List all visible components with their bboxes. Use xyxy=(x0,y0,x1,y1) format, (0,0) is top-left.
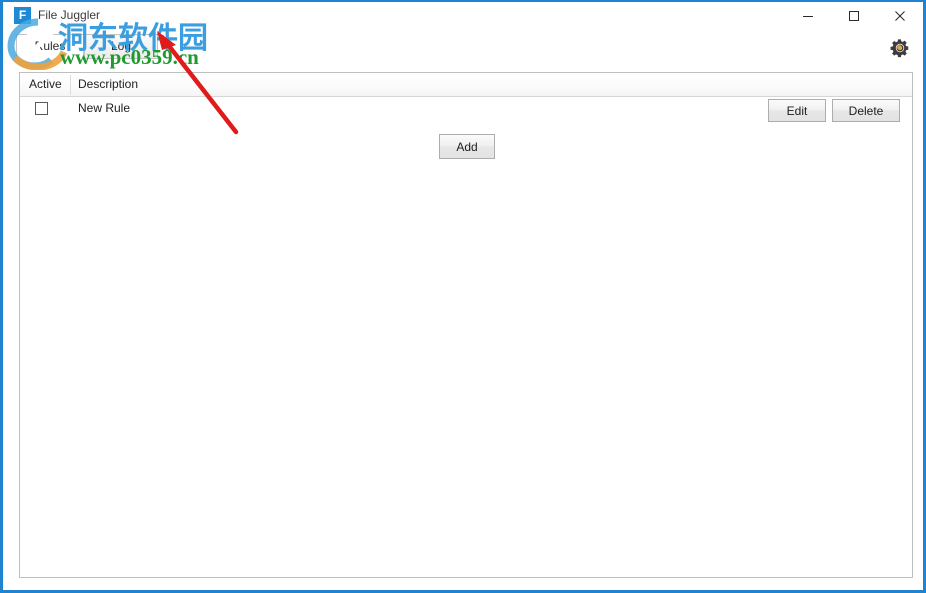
table-row[interactable]: New Rule Edit Delete xyxy=(20,97,912,124)
rule-description-label: New Rule xyxy=(78,101,131,115)
rules-table-header: Active Description xyxy=(20,73,912,97)
title-bar: F File Juggler xyxy=(3,2,923,30)
application-window: F File Juggler Rules Log Active Descript… xyxy=(0,0,926,593)
tab-rules-label: Rules xyxy=(34,39,66,53)
tab-log[interactable]: Log xyxy=(84,34,158,59)
settings-button[interactable] xyxy=(887,36,913,62)
column-header-description[interactable]: Description xyxy=(78,77,138,91)
tab-log-label: Log xyxy=(110,39,132,53)
column-separator xyxy=(70,75,71,95)
rules-panel: Active Description New Rule Edit Delete … xyxy=(19,72,913,578)
edit-button[interactable]: Edit xyxy=(768,99,826,122)
tab-strip: Rules Log xyxy=(16,34,896,60)
tab-rules[interactable]: Rules xyxy=(16,34,84,59)
column-header-active[interactable]: Active xyxy=(29,77,62,91)
window-title: File Juggler xyxy=(38,8,101,22)
maximize-button[interactable] xyxy=(831,2,877,30)
close-icon xyxy=(895,11,905,21)
delete-button[interactable]: Delete xyxy=(832,99,900,122)
app-icon-file-juggler: F xyxy=(14,7,31,24)
gear-icon xyxy=(890,38,909,57)
minimize-icon xyxy=(803,16,813,17)
minimize-button[interactable] xyxy=(785,2,831,30)
rule-active-checkbox[interactable] xyxy=(35,102,48,115)
close-button[interactable] xyxy=(877,2,923,30)
maximize-icon xyxy=(849,11,859,21)
add-button[interactable]: Add xyxy=(439,134,495,159)
